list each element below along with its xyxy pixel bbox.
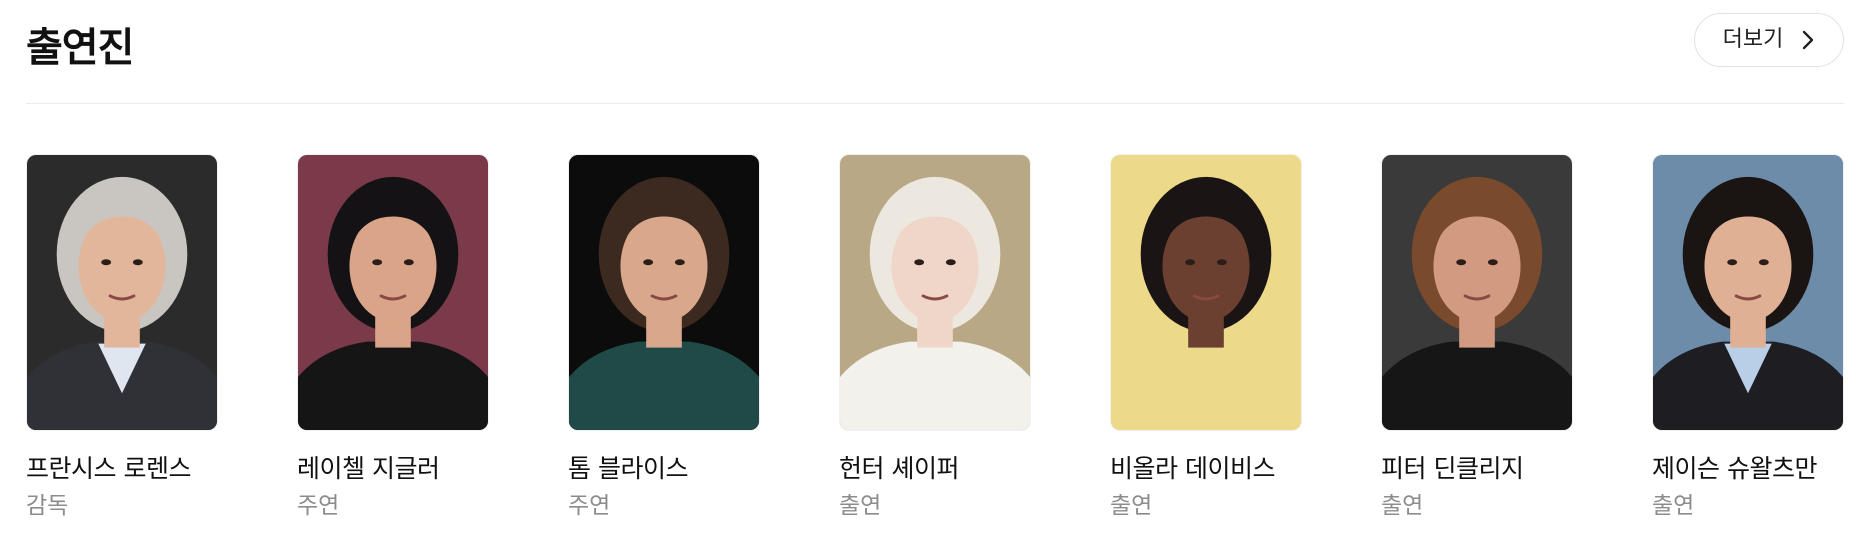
portrait-image (1111, 155, 1301, 430)
cast-photo[interactable] (297, 154, 489, 431)
portrait-image (298, 155, 488, 430)
more-button-label: 더보기 (1722, 27, 1784, 52)
cast-role: 주연 (297, 493, 340, 519)
cast-card[interactable]: 레이첼 지글러 주연 (297, 154, 489, 534)
more-button[interactable]: 더보기 (1694, 13, 1844, 67)
cast-role: 출연 (1652, 493, 1695, 519)
portrait-image (840, 155, 1030, 430)
cast-card[interactable]: 헌터 셰이퍼 출연 (839, 154, 1031, 534)
cast-role: 주연 (568, 493, 611, 519)
cast-role: 출연 (839, 493, 882, 519)
cast-name[interactable]: 프란시스 로렌스 (26, 453, 218, 485)
cast-name[interactable]: 제이슨 슈왈츠만 (1652, 453, 1844, 485)
cast-name[interactable]: 헌터 셰이퍼 (839, 453, 1031, 485)
cast-section: 출연진 더보기 프란시스 로렌스 감독 레이첼 지글러 주연 톰 블라이스 주연 (26, 0, 1844, 556)
cast-photo[interactable] (568, 154, 760, 431)
cast-card[interactable]: 피터 딘클리지 출연 (1381, 154, 1573, 534)
portrait-image (1382, 155, 1572, 430)
cast-card[interactable]: 프란시스 로렌스 감독 (26, 154, 218, 534)
cast-photo[interactable] (26, 154, 218, 431)
cast-card[interactable]: 톰 블라이스 주연 (568, 154, 760, 534)
portrait-image (27, 155, 217, 430)
cast-card[interactable]: 제이슨 슈왈츠만 출연 (1652, 154, 1844, 534)
cast-name[interactable]: 비올라 데이비스 (1110, 453, 1302, 485)
cast-role: 출연 (1381, 493, 1424, 519)
chevron-right-icon (1801, 29, 1815, 51)
cast-list: 프란시스 로렌스 감독 레이첼 지글러 주연 톰 블라이스 주연 헌터 셰이퍼 … (26, 154, 1844, 534)
cast-role: 출연 (1110, 493, 1153, 519)
cast-role: 감독 (26, 493, 69, 519)
cast-name[interactable]: 레이첼 지글러 (297, 453, 489, 485)
cast-header: 출연진 더보기 (26, 0, 1844, 104)
section-title: 출연진 (26, 25, 134, 71)
portrait-image (569, 155, 759, 430)
portrait-image (1653, 155, 1843, 430)
cast-photo[interactable] (1381, 154, 1573, 431)
cast-photo[interactable] (1110, 154, 1302, 431)
cast-card[interactable]: 비올라 데이비스 출연 (1110, 154, 1302, 534)
cast-photo[interactable] (839, 154, 1031, 431)
cast-name[interactable]: 톰 블라이스 (568, 453, 760, 485)
cast-photo[interactable] (1652, 154, 1844, 431)
cast-name[interactable]: 피터 딘클리지 (1381, 453, 1573, 485)
